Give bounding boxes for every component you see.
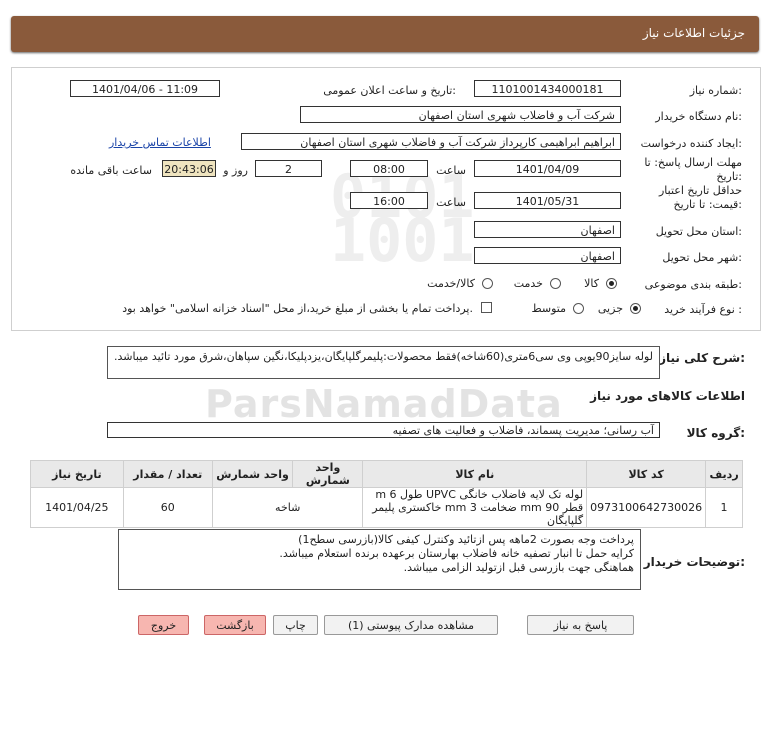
goods-group-label: گروه کالا: [686,426,745,440]
category-radio-service[interactable] [550,278,561,289]
days-field: 2 [255,160,322,177]
cell-qty: 60 [122,487,213,528]
validity-time-label: ساعت [436,196,466,209]
page-title: جزئیات اطلاعات نیاز [642,26,745,40]
need-number-field: 1101001434000181 [474,80,621,97]
category-option-service: خدمت [513,277,543,290]
cell-unit: شاخه [211,487,364,528]
goods-group-field: آب رسانی؛ مدیریت پسماند، فاضلاب و فعالیت… [107,422,660,438]
remaining-label: ساعت باقی مانده [70,164,152,177]
view-attachments-button[interactable]: مشاهده مدارک پیوستی (1) [324,615,498,635]
deadline-time-field: 08:00 [350,160,428,177]
col-name: نام کالا [362,460,588,488]
exit-button[interactable]: خروج [138,615,189,635]
goods-table: تاریخ نیاز تعداد / مقدار واحد شمارش واحد… [30,460,743,528]
announce-field: 1401/04/06 - 11:09 [70,80,220,97]
buyer-field: شرکت آب و فاضلاب شهری استان اصفهان [300,106,621,123]
category-radio-goods[interactable] [606,278,617,289]
need-number-label: شماره نیاز: [689,84,742,97]
deadline-time-label: ساعت [436,164,466,177]
creator-label: ایجاد کننده درخواست: [640,137,742,150]
remaining-time-field: 20:43:06 [162,160,216,177]
category-label: طبقه بندی موضوعی: [644,278,742,291]
deadline-date-field: 1401/04/09 [474,160,621,177]
summary-label: شرح کلی نیاز: [659,351,745,365]
buyer-label: نام دستگاه خریدار: [655,110,742,123]
buyer-notes-line-3: هماهنگی جهت بازرسی قبل ازتولید الزامی می… [403,561,634,574]
days-label: روز و [223,164,248,177]
back-button[interactable]: بازگشت [204,615,266,635]
province-label: استان محل تحویل: [655,225,742,238]
table-row: 1401/04/25 60 شاخه لوله تک لایه فاضلاب خ… [30,487,743,528]
watermark-text: ParsNamadData [205,382,563,426]
treasury-text: پرداخت تمام یا بخشی از مبلغ خرید،از محل … [122,302,473,315]
category-radio-both[interactable] [482,278,493,289]
treasury-checkbox[interactable] [481,302,492,313]
cell-name: لوله تک لایه فاضلاب خانگی UPVC طول 6 m ق… [362,487,588,528]
print-button[interactable]: چاپ [273,615,318,635]
city-field: اصفهان [474,247,621,264]
creator-field: ابراهیم ابراهیمی کارپرداز شرکت آب و فاضل… [241,133,621,150]
buyer-notes-box: پرداخت وجه بصورت 2ماهه پس ازتائید وکنترل… [118,529,641,590]
col-need-date: تاریخ نیاز [30,460,124,488]
deadline-label-line2: تاریخ: [716,170,742,183]
col-unit-count: واحد شمارش [292,460,364,488]
col-index: ردیف [705,460,743,488]
goods-section-title: اطلاعات کالاهای مورد نیاز [590,389,745,403]
validity-label-line1: حداقل تاریخ اعتبار [658,184,742,197]
buyer-notes-line-2: کرایه حمل تا انبار تصفیه خانه فاضلاب بها… [279,547,634,560]
announce-label: تاریخ و ساعت اعلان عمومی: [323,84,456,97]
process-option-minor: جزیی [597,302,623,315]
validity-date-field: 1401/05/31 [474,192,621,209]
deadline-label-line1: مهلت ارسال پاسخ: تا [644,156,742,169]
cell-need-date: 1401/04/25 [30,487,124,528]
province-field: اصفهان [474,221,621,238]
reply-button[interactable]: پاسخ به نیاز [527,615,634,635]
summary-textarea[interactable]: لوله سایز90یوپی وی سی6متری(60شاخه)فقط مح… [107,346,660,379]
col-qty: تعداد / مقدار [122,460,213,488]
col-code: کد کالا [586,460,707,488]
buyer-notes-label: توضیحات خریدار: [643,555,745,569]
process-option-medium: متوسط [531,302,566,315]
page-header: جزئیات اطلاعات نیاز [11,16,759,52]
process-radio-minor[interactable] [630,303,641,314]
buyer-notes-line-1: پرداخت وجه بصورت 2ماهه پس ازتائید وکنترل… [298,533,634,546]
validity-time-field: 16:00 [350,192,428,209]
process-label: نوع فرآیند خرید : [664,303,742,316]
process-radio-medium[interactable] [573,303,584,314]
category-option-goods: کالا [584,277,599,290]
validity-label-line2: قیمت: تا تاریخ: [673,198,742,211]
category-option-both: کالا/خدمت [427,277,475,290]
cell-index: 1 [705,487,743,528]
cell-code: 0973100642730026 [586,487,707,528]
city-label: شهر محل تحویل: [662,251,742,264]
buyer-contact-link[interactable]: اطلاعات تماس خریدار [109,136,211,149]
col-unit: واحد شمارش [211,460,294,488]
